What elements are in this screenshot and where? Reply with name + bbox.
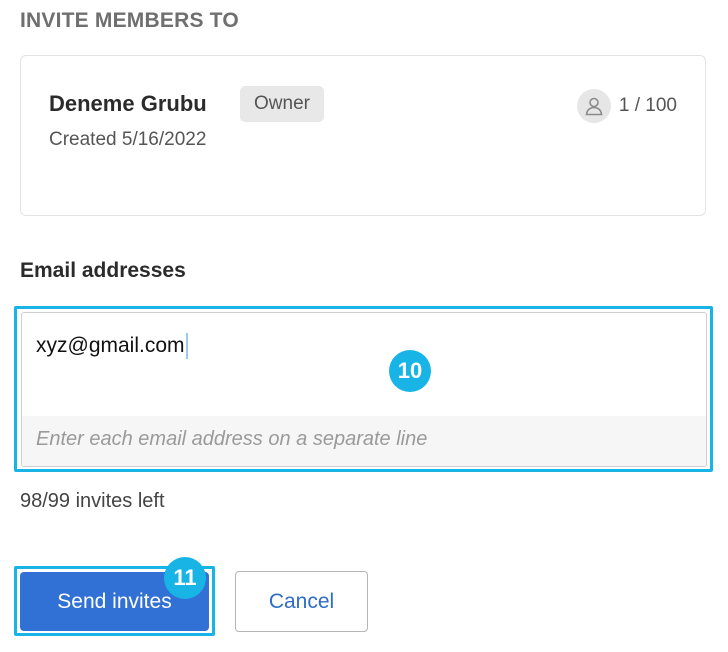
text-caret (185, 333, 188, 359)
email-value: xyz@gmail.com (36, 333, 188, 359)
email-label: Email addresses (20, 259, 186, 282)
email-textarea[interactable]: xyz@gmail.com Enter each email address o… (21, 312, 707, 467)
invites-left: 98/99 invites left (20, 490, 165, 512)
role-badge: Owner (240, 86, 324, 122)
section-title: INVITE MEMBERS TO (20, 9, 239, 32)
group-name: Deneme Grubu (49, 91, 207, 116)
email-value-text: xyz@gmail.com (36, 334, 185, 357)
cancel-button[interactable]: Cancel (235, 571, 368, 632)
email-hint-strip: Enter each email address on a separate l… (22, 416, 706, 466)
group-card: Deneme Grubu Owner Created 5/16/2022 1 /… (20, 55, 706, 216)
step-marker-11: 11 (164, 557, 206, 599)
member-count-text: 1 / 100 (618, 95, 677, 116)
user-icon (576, 89, 611, 123)
email-hint: Enter each email address on a separate l… (36, 428, 428, 450)
step-marker-10: 10 (389, 350, 431, 392)
created-date: Created 5/16/2022 (49, 129, 207, 150)
member-count: 1 / 100 (576, 89, 677, 123)
